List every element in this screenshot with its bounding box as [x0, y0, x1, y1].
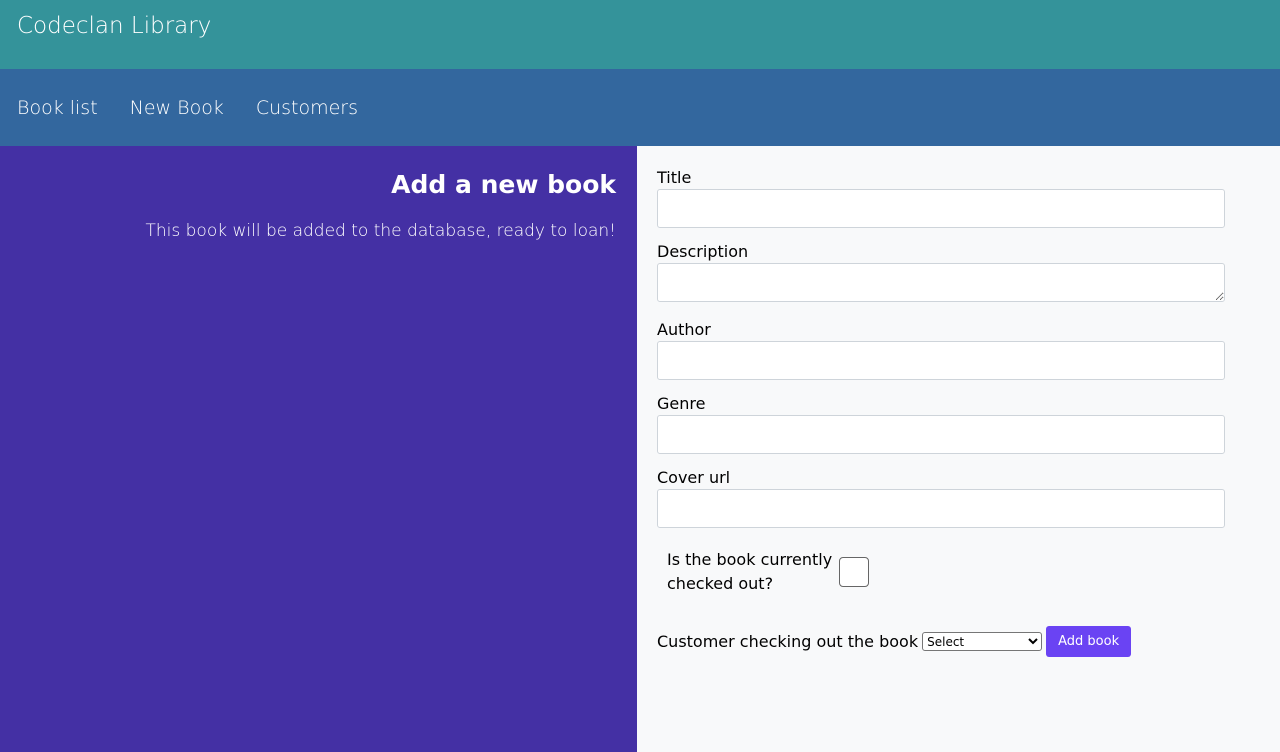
add-book-button[interactable]: Add book [1046, 626, 1132, 657]
description-input[interactable] [657, 263, 1225, 302]
author-field-group: Author [657, 320, 1280, 380]
cover-url-label: Cover url [657, 468, 731, 487]
main-content: Add a new book This book will be added t… [0, 146, 1280, 752]
checked-out-label: Is the book currently checked out? [667, 550, 833, 593]
description-label: Description [657, 242, 749, 261]
cover-url-input[interactable] [657, 489, 1225, 528]
title-input[interactable] [657, 189, 1225, 228]
app-header: Codeclan Library [0, 0, 1280, 69]
description-field-group: Description [657, 242, 1280, 306]
checked-out-row: Is the book currently checked out? [657, 548, 1280, 596]
genre-input[interactable] [657, 415, 1225, 454]
checked-out-checkbox[interactable] [839, 557, 869, 587]
author-input[interactable] [657, 341, 1225, 380]
new-book-form: Title Description Author Genre Cover url… [637, 146, 1280, 752]
genre-field-group: Genre [657, 394, 1280, 454]
genre-label: Genre [657, 394, 706, 413]
page-title: Add a new book [391, 170, 616, 199]
cover-field-group: Cover url [657, 468, 1280, 528]
author-label: Author [657, 320, 711, 339]
main-nav: Book list New Book Customers [0, 69, 1280, 146]
app-title: Codeclan Library [17, 13, 212, 39]
nav-book-list[interactable]: Book list [17, 97, 98, 119]
title-field-group: Title [657, 168, 1280, 228]
nav-new-book[interactable]: New Book [130, 97, 224, 119]
intro-panel: Add a new book This book will be added t… [0, 146, 637, 752]
nav-customers[interactable]: Customers [256, 97, 358, 119]
intro-text: This book will be added to the database,… [145, 221, 616, 241]
title-label: Title [657, 168, 692, 187]
customer-select[interactable]: Select [922, 632, 1043, 651]
customer-label: Customer checking out the book [657, 632, 919, 651]
customer-row: Customer checking out the book Select Ad… [657, 626, 1280, 657]
